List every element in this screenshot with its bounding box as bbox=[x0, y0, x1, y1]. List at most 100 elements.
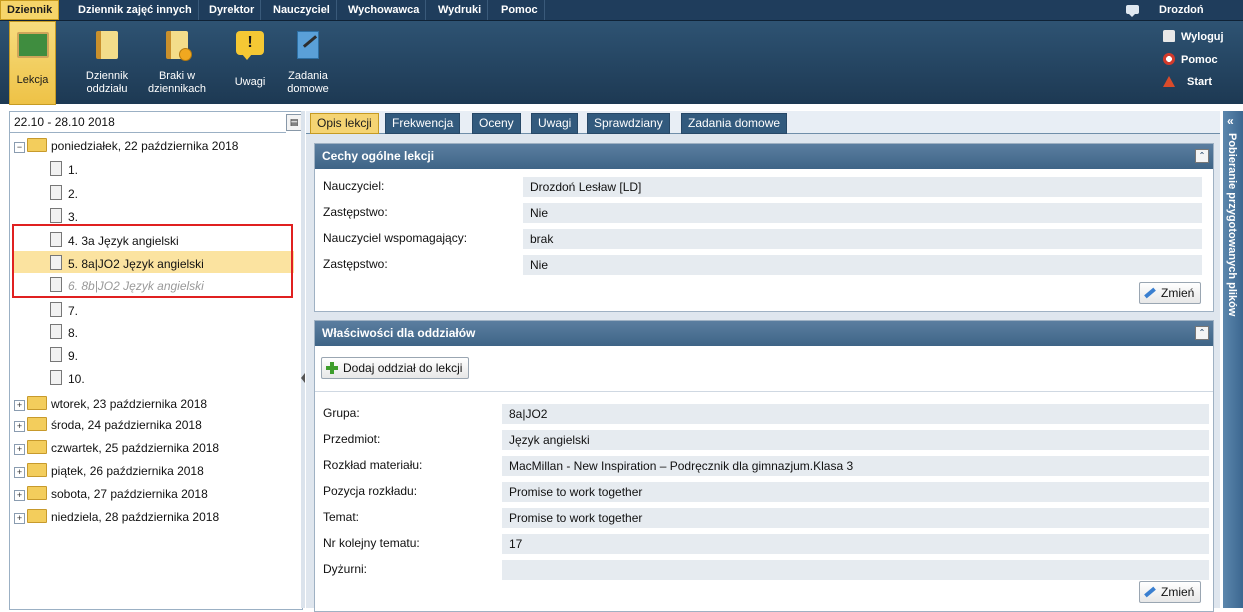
document-icon bbox=[50, 370, 62, 385]
tree-lesson-1[interactable]: 1. bbox=[50, 161, 78, 179]
toolbar-zadania-domowe-button[interactable]: Zadania domowe bbox=[282, 21, 334, 103]
logout-link[interactable]: Wyloguj bbox=[1163, 30, 1224, 43]
folder-icon bbox=[27, 396, 47, 410]
lesson-label: 9. bbox=[68, 349, 79, 363]
panel-splitter[interactable] bbox=[301, 111, 305, 608]
field-label: Zastępstwo: bbox=[323, 205, 388, 219]
menu-wydruki[interactable]: Wydruki bbox=[432, 0, 489, 20]
book-icon bbox=[96, 31, 118, 59]
document-icon bbox=[50, 347, 62, 362]
tree-day-tuesday[interactable]: + wtorek, 23 października 2018 bbox=[14, 395, 207, 413]
tree-lesson-10[interactable]: 10. bbox=[50, 370, 85, 388]
folder-open-icon bbox=[27, 138, 47, 152]
tree-day-thursday[interactable]: + czwartek, 25 października 2018 bbox=[14, 439, 219, 457]
user-name[interactable]: Drozdoń Lesław bbox=[1159, 0, 1243, 36]
tree-lesson-8[interactable]: 8. bbox=[50, 324, 78, 342]
tree-lesson-7[interactable]: 7. bbox=[50, 302, 78, 320]
start-link[interactable]: Start bbox=[1163, 76, 1212, 88]
files-side-panel[interactable]: « Pobieranie przygotowanych plików bbox=[1223, 111, 1243, 608]
tab-frekwencja[interactable]: Frekwencja bbox=[385, 113, 461, 134]
field-label: Temat: bbox=[323, 510, 360, 524]
expand-icon[interactable]: + bbox=[14, 513, 25, 524]
top-menu-bar: Dziennik Dziennik zajęć innych Dyrektor … bbox=[0, 0, 1243, 36]
field-label: Zastępstwo: bbox=[323, 257, 388, 271]
field-label: Przedmiot: bbox=[323, 432, 381, 446]
toolbar-braki-button[interactable]: Braki w dziennikach bbox=[142, 21, 212, 103]
day-label: wtorek, 23 października 2018 bbox=[51, 397, 208, 411]
tree-day-sunday[interactable]: + niedziela, 28 października 2018 bbox=[14, 508, 219, 526]
toolbar-uwagi-label: Uwagi bbox=[234, 76, 266, 88]
highlight-box bbox=[12, 224, 293, 298]
day-label: sobota, 27 października 2018 bbox=[51, 487, 208, 501]
expand-icon[interactable]: + bbox=[14, 467, 25, 478]
help-link[interactable]: Pomoc bbox=[1163, 53, 1218, 66]
day-label: czwartek, 25 października 2018 bbox=[51, 441, 220, 455]
tab-oceny[interactable]: Oceny bbox=[472, 113, 521, 134]
help-label: Pomoc bbox=[1181, 54, 1218, 66]
calendar-icon[interactable]: ▤ bbox=[286, 114, 302, 131]
field-label: Nauczyciel wspomagający: bbox=[323, 231, 468, 245]
plus-icon bbox=[326, 362, 338, 374]
main-toolbar: Lekcja Dziennik oddziału Braki w dzienni… bbox=[0, 21, 1243, 105]
menu-dziennik-zajec-innych[interactable]: Dziennik zajęć innych bbox=[72, 0, 199, 20]
field-label: Rozkład materiału: bbox=[323, 458, 423, 472]
document-icon bbox=[50, 161, 62, 176]
lesson-label: 1. bbox=[68, 163, 79, 177]
add-class-label: Dodaj oddział do lekcji bbox=[343, 361, 463, 375]
expand-left-icon[interactable]: « bbox=[1227, 114, 1234, 128]
panel-title: Właściwości dla oddziałów bbox=[315, 321, 1213, 346]
expand-icon[interactable]: + bbox=[14, 490, 25, 501]
lesson-label: 7. bbox=[68, 304, 79, 318]
day-label: środa, 24 października 2018 bbox=[51, 418, 202, 432]
field-label: Pozycja rozkładu: bbox=[323, 484, 418, 498]
tab-zadania-domowe[interactable]: Zadania domowe bbox=[681, 113, 788, 134]
menu-nauczyciel[interactable]: Nauczyciel bbox=[267, 0, 337, 20]
document-icon bbox=[50, 185, 62, 200]
expand-icon[interactable]: + bbox=[14, 400, 25, 411]
tree-day-saturday[interactable]: + sobota, 27 października 2018 bbox=[14, 485, 208, 503]
menu-wychowawca[interactable]: Wychowawca bbox=[342, 0, 427, 20]
collapse-icon[interactable]: − bbox=[14, 142, 25, 153]
side-panel-label: Pobieranie przygotowanych plików bbox=[1226, 133, 1238, 317]
expand-icon[interactable]: + bbox=[14, 421, 25, 432]
week-range[interactable]: 22.10 - 28.10 2018 bbox=[10, 112, 286, 133]
tree-lesson-2[interactable]: 2. bbox=[50, 185, 78, 203]
toolbar-dziennik-oddzialu-button[interactable]: Dziennik oddziału bbox=[76, 21, 138, 103]
change-class-button[interactable]: Zmień bbox=[1139, 581, 1202, 603]
tab-sprawdziany[interactable]: Sprawdziany bbox=[587, 113, 670, 134]
collapse-up-icon[interactable]: ⌃ bbox=[1195, 149, 1209, 163]
change-general-button[interactable]: Zmień bbox=[1139, 282, 1202, 304]
add-class-button[interactable]: Dodaj oddział do lekcji bbox=[321, 357, 470, 379]
folder-icon bbox=[27, 417, 47, 431]
collapse-up-icon[interactable]: ⌃ bbox=[1195, 326, 1209, 340]
pencil-icon bbox=[1144, 287, 1156, 299]
collapse-left-icon[interactable] bbox=[301, 373, 305, 383]
change-label: Zmień bbox=[1161, 585, 1195, 599]
tree-day-friday[interactable]: + piątek, 26 października 2018 bbox=[14, 462, 204, 480]
toolbar-lekcja-button[interactable]: Lekcja bbox=[9, 21, 56, 105]
logout-label: Wyloguj bbox=[1181, 31, 1224, 43]
toolbar-uwagi-button[interactable]: ! Uwagi bbox=[224, 21, 276, 103]
messages-icon[interactable] bbox=[1126, 5, 1139, 17]
expand-icon[interactable]: + bbox=[14, 444, 25, 455]
pencil-icon bbox=[1144, 586, 1156, 598]
lesson-tabs: Opis lekcji Frekwencja Oceny Uwagi Spraw… bbox=[306, 111, 1220, 134]
general-panel: Cechy ogólne lekcji ⌃ Nauczyciel: Drozdoń… bbox=[314, 143, 1214, 312]
tab-uwagi[interactable]: Uwagi bbox=[531, 113, 579, 134]
tree-day-wednesday[interactable]: + środa, 24 października 2018 bbox=[14, 416, 202, 434]
book-warning-icon bbox=[166, 31, 192, 61]
tree-lesson-9[interactable]: 9. bbox=[50, 347, 78, 365]
menu-dyrektor[interactable]: Dyrektor bbox=[203, 0, 262, 20]
field-value: brak bbox=[523, 229, 1202, 249]
menu-dziennik[interactable]: Dziennik bbox=[0, 0, 60, 20]
document-icon bbox=[50, 302, 62, 317]
change-label: Zmień bbox=[1161, 286, 1195, 300]
field-value: Drozdoń Lesław [LD] bbox=[523, 177, 1202, 197]
menu-pomoc[interactable]: Pomoc bbox=[495, 0, 545, 20]
tree-day-monday[interactable]: − poniedziałek, 22 października 2018 bbox=[14, 137, 238, 155]
panel-title: Cechy ogólne lekcji bbox=[315, 144, 1213, 169]
folder-icon bbox=[27, 486, 47, 500]
document-icon bbox=[50, 208, 62, 223]
field-value: Język angielski bbox=[502, 430, 1209, 450]
tab-opis-lekcji[interactable]: Opis lekcji bbox=[310, 113, 379, 134]
